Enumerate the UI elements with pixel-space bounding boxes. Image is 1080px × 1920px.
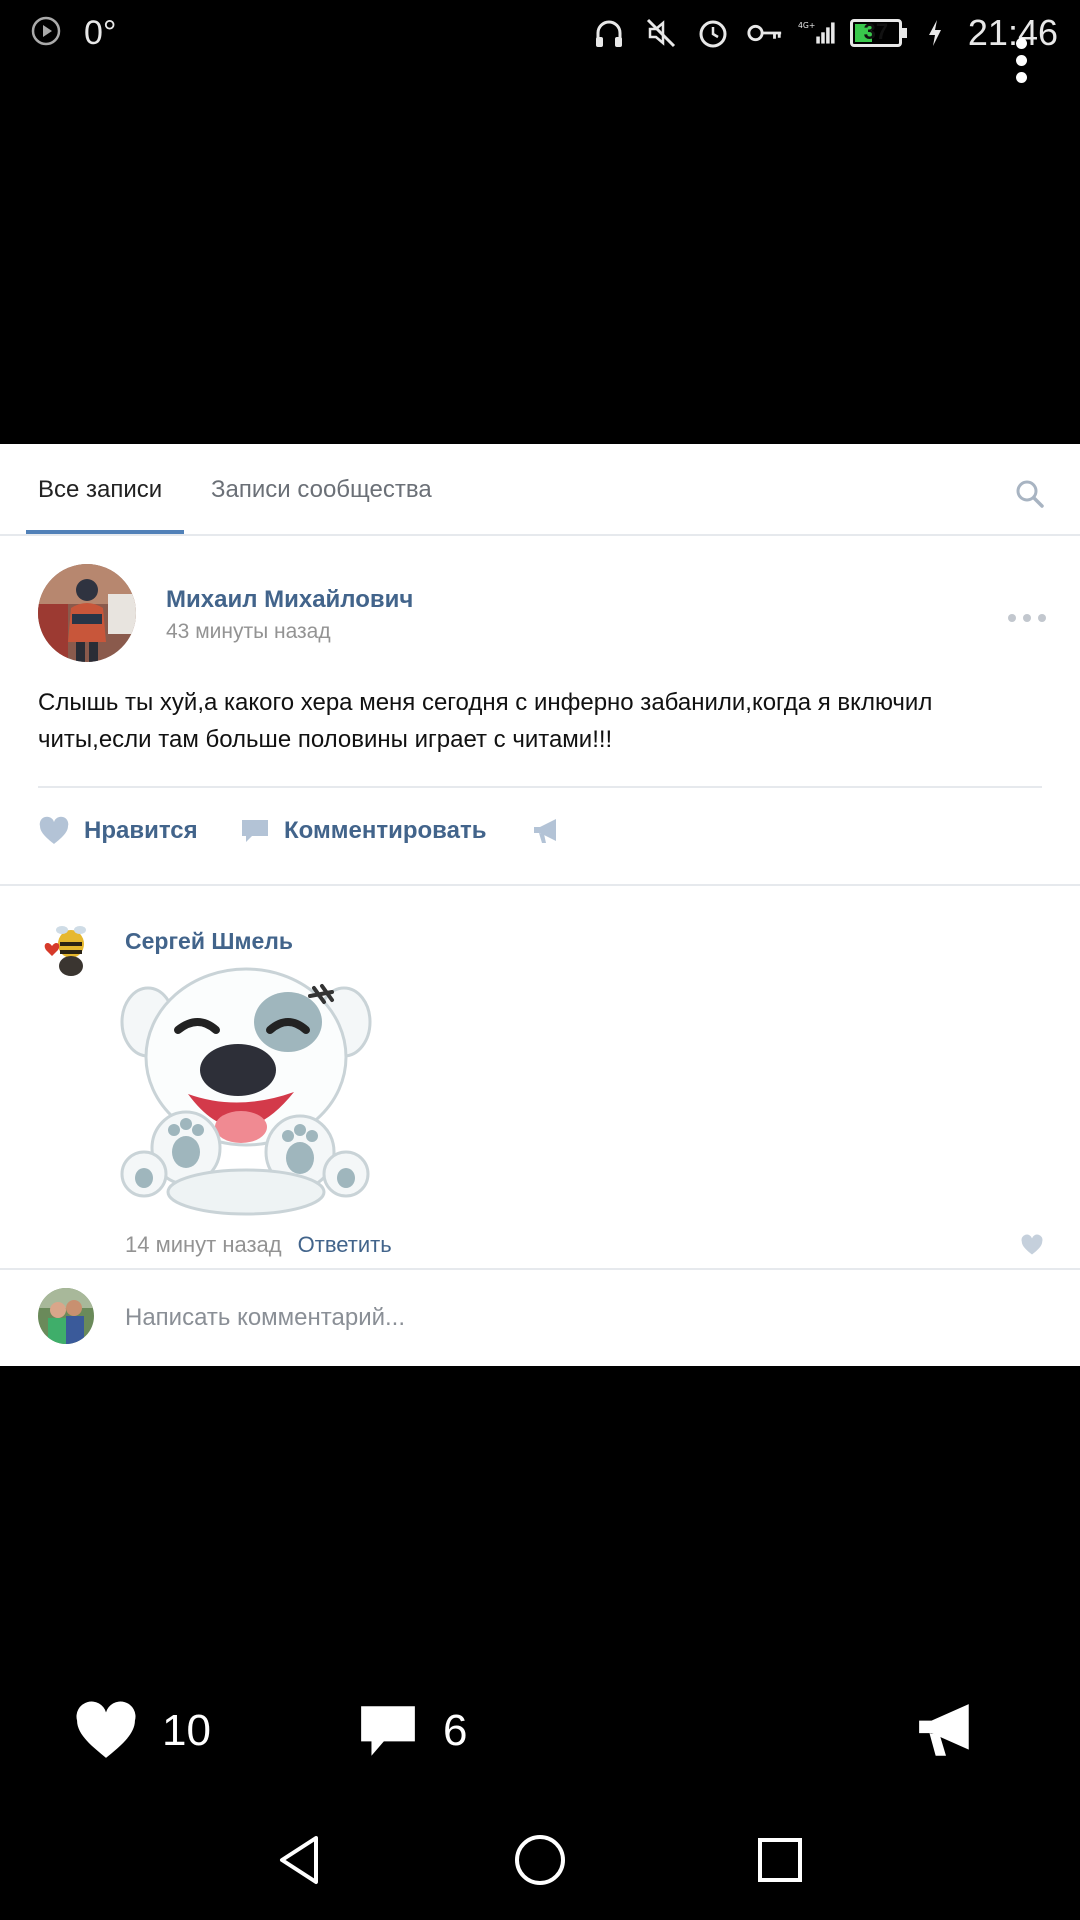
tab-all-posts[interactable]: Все записи bbox=[38, 476, 162, 504]
viewer-action-bar: 10 6 bbox=[0, 1700, 1080, 1784]
like-count: 10 bbox=[162, 1706, 211, 1755]
post-card: Все записи Записи сообщества Михаил Миха… bbox=[0, 444, 1080, 1366]
divider bbox=[38, 786, 1042, 788]
comment-label: Комментировать bbox=[284, 817, 487, 844]
tab-bar: Все записи Записи сообщества bbox=[0, 444, 1080, 536]
megaphone-icon bbox=[534, 819, 556, 843]
like-button[interactable]: Нравится bbox=[38, 816, 198, 846]
post-text: Слышь ты хуй,а какого хера меня сегодня … bbox=[38, 689, 933, 753]
comment-author[interactable]: Сергей Шмель bbox=[125, 928, 293, 955]
author-avatar[interactable] bbox=[38, 564, 136, 662]
temperature: 0° bbox=[84, 14, 117, 52]
comment-item: Сергей Шмель 14 минут назад Ответить bbox=[0, 896, 1080, 1276]
commenter-avatar[interactable] bbox=[38, 918, 100, 980]
divider bbox=[0, 884, 1080, 886]
viewer-comment-button[interactable]: 6 bbox=[355, 1700, 467, 1762]
comment-button[interactable]: Комментировать bbox=[240, 816, 486, 846]
post-menu-icon[interactable] bbox=[1008, 614, 1046, 622]
charging-icon bbox=[916, 14, 954, 52]
comment-input[interactable]: Написать комментарий... bbox=[125, 1304, 405, 1332]
like-label: Нравится bbox=[84, 817, 198, 844]
svg-text:4G+: 4G+ bbox=[798, 21, 815, 30]
back-icon[interactable] bbox=[270, 1830, 330, 1890]
comment-icon bbox=[242, 820, 268, 842]
play-icon bbox=[30, 15, 62, 52]
vpn-key-icon bbox=[746, 14, 784, 52]
home-icon[interactable] bbox=[510, 1830, 570, 1890]
comment-meta: 14 минут назад Ответить bbox=[125, 1232, 392, 1258]
comment-input-row: Написать комментарий... bbox=[0, 1270, 1080, 1366]
clock: 21:46 bbox=[967, 12, 1058, 53]
mute-icon bbox=[642, 14, 680, 52]
heart-icon bbox=[39, 816, 69, 844]
post-timestamp: 43 минуты назад bbox=[166, 620, 331, 643]
heart-icon bbox=[76, 1701, 136, 1758]
tab-community-posts[interactable]: Записи сообщества bbox=[211, 476, 432, 504]
headphones-icon bbox=[590, 14, 628, 52]
recents-icon[interactable] bbox=[750, 1830, 810, 1890]
current-user-avatar bbox=[38, 1288, 94, 1344]
viewer-like-button[interactable]: 10 bbox=[72, 1700, 211, 1762]
signal-icon: 4G+ bbox=[798, 14, 836, 52]
megaphone-icon bbox=[919, 1704, 969, 1756]
active-tab-indicator bbox=[26, 530, 184, 534]
viewer-share-button[interactable] bbox=[912, 1700, 980, 1762]
system-navigation-bar bbox=[0, 1830, 1080, 1920]
battery-indicator: 37 bbox=[849, 19, 907, 47]
alarm-icon bbox=[694, 14, 732, 52]
post-author[interactable]: Михаил Михайлович bbox=[166, 586, 413, 614]
more-options-icon[interactable] bbox=[1016, 38, 1030, 89]
reply-button[interactable]: Ответить bbox=[298, 1232, 392, 1258]
post-header: Михаил Михайлович 43 минуты назад bbox=[0, 564, 1080, 664]
comment-icon bbox=[361, 1706, 415, 1756]
comment-timestamp: 14 минут назад bbox=[125, 1232, 282, 1257]
post-actions: Нравится Комментировать bbox=[0, 816, 1080, 864]
comment-count: 6 bbox=[443, 1706, 468, 1755]
share-button[interactable] bbox=[530, 816, 562, 846]
status-bar: 0° 4G+ 37 21:46 bbox=[0, 0, 1080, 83]
comment-like-icon[interactable] bbox=[1020, 1234, 1044, 1261]
search-icon[interactable] bbox=[1014, 478, 1046, 510]
dog-sticker bbox=[118, 962, 374, 1218]
